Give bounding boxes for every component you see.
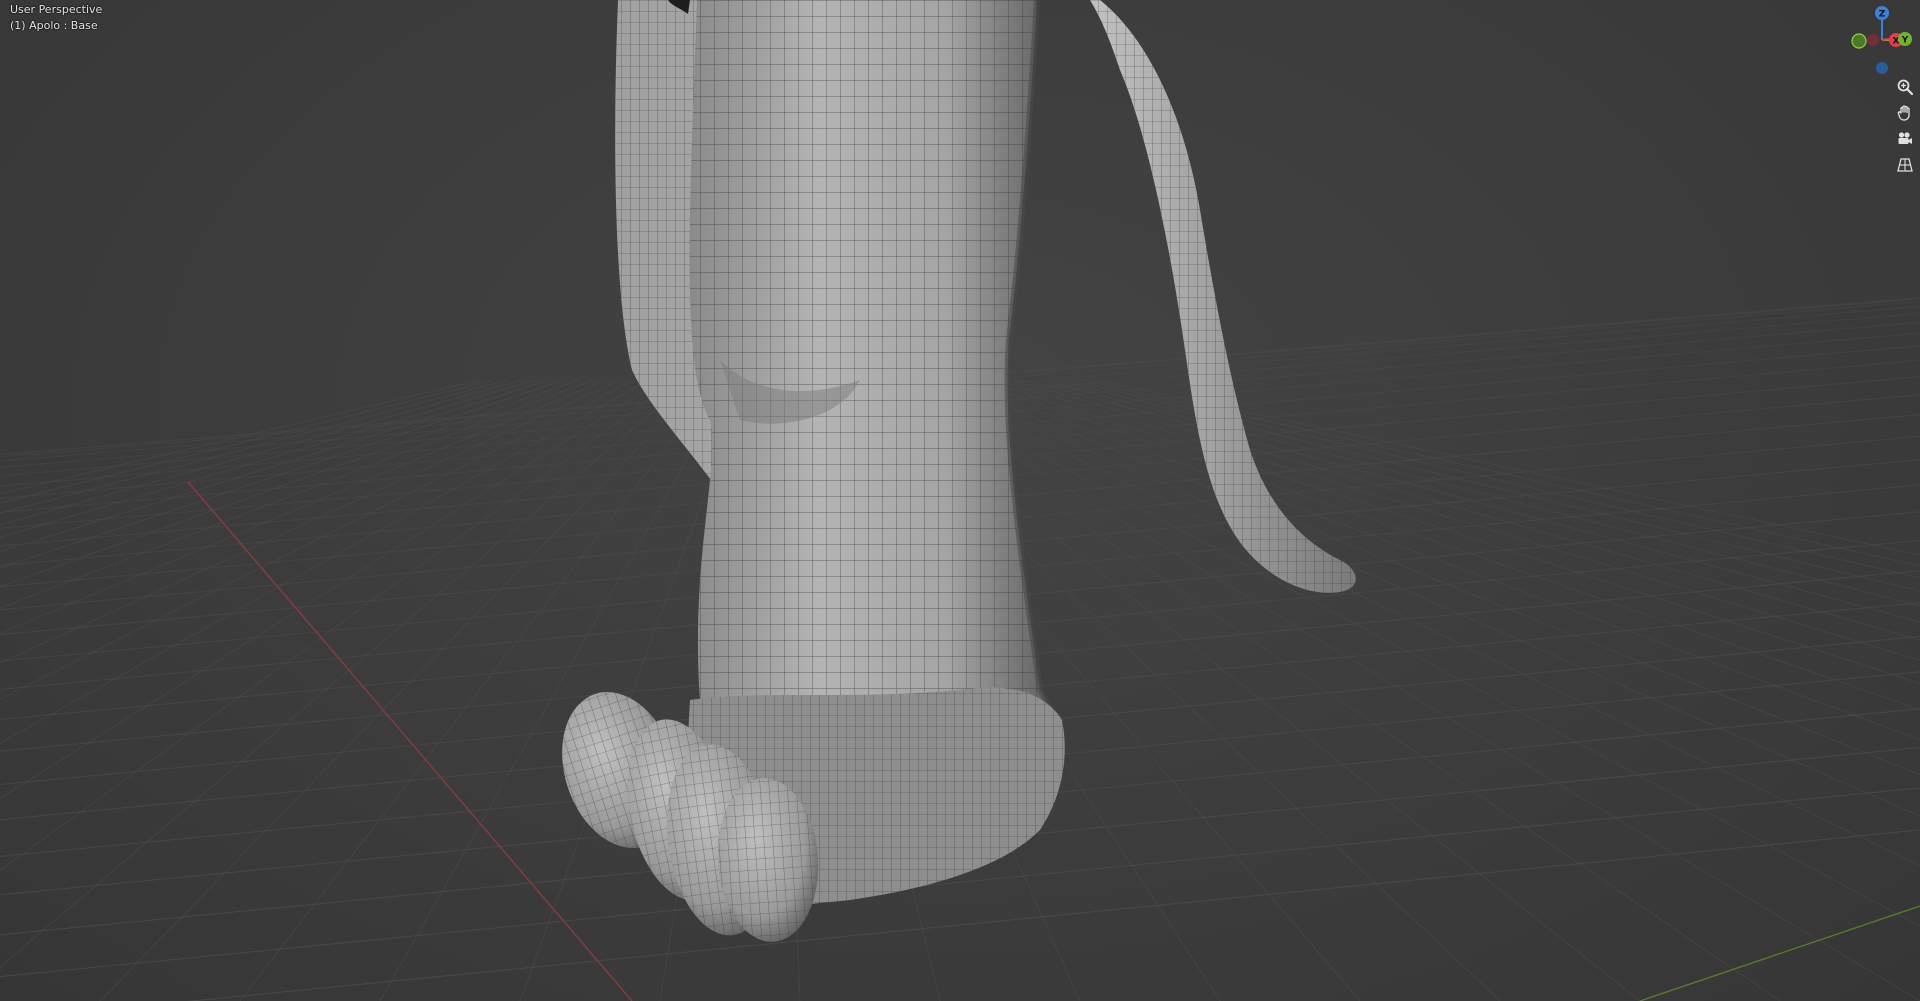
svg-text:Z: Z — [1879, 10, 1886, 20]
navigation-gizmo[interactable]: Z X Y — [1842, 4, 1918, 76]
y-axis-line — [1639, 905, 1920, 1001]
ortho-grid-icon — [1897, 158, 1913, 172]
gizmo-axis-y[interactable]: Y — [1898, 32, 1912, 46]
camera-view-button[interactable] — [1893, 127, 1917, 151]
gizmo-axis-neg-x[interactable] — [1867, 34, 1879, 46]
camera-icon — [1898, 132, 1912, 144]
zoom-button[interactable] — [1893, 75, 1917, 99]
pan-hand-icon — [1897, 105, 1910, 121]
tail-mesh — [1090, 0, 1356, 593]
pan-button[interactable] — [1893, 101, 1917, 125]
ortho-toggle-button[interactable] — [1893, 153, 1917, 177]
gizmo-axis-neg-z[interactable] — [1876, 62, 1888, 74]
gizmo-axis-neg-y[interactable] — [1851, 33, 1867, 49]
view-name-label: User Perspective — [10, 3, 103, 16]
viewport-scene[interactable] — [0, 0, 1920, 1001]
zoom-icon — [1897, 79, 1914, 96]
svg-text:Y: Y — [1901, 36, 1909, 46]
active-object-label: (1) Apolo : Base — [10, 19, 98, 32]
3d-viewport[interactable]: User Perspective (1) Apolo : Base Z X Y — [0, 0, 1920, 1001]
gizmo-axis-z[interactable]: Z — [1875, 6, 1889, 20]
